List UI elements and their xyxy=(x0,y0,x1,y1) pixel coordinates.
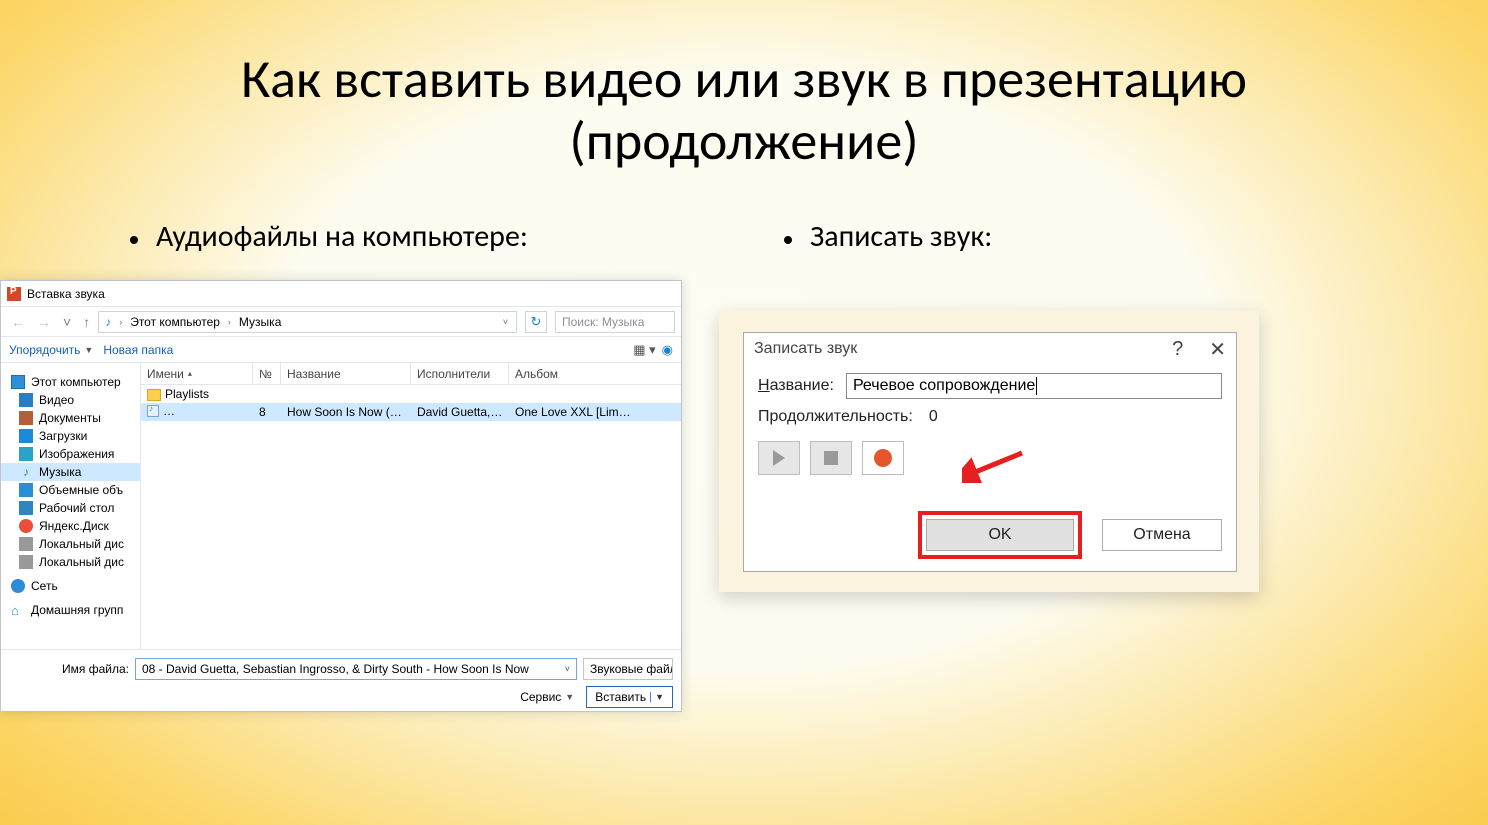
music-icon: ♪ xyxy=(105,315,111,329)
sidebar-item[interactable]: Документы xyxy=(1,409,140,427)
sidebar-item[interactable]: Локальный дис xyxy=(1,553,140,571)
breadcrumb-root[interactable]: Этот компьютер xyxy=(130,315,220,329)
sidebar-item[interactable]: Изображения xyxy=(1,445,140,463)
sidebar-item-label: Музыка xyxy=(39,465,81,479)
sidebar-item-label: Объемные объ xyxy=(39,483,123,497)
sidebar-item-label: Изображения xyxy=(39,447,114,461)
filename-label: Имя файла: xyxy=(29,662,129,676)
sidebar-item-label: Домашняя групп xyxy=(31,603,123,617)
search-input[interactable]: Поиск: Музыка xyxy=(555,311,675,333)
dialog-title: Вставка звука xyxy=(27,287,105,301)
nav-forward-icon[interactable]: → xyxy=(33,314,55,330)
music-icon: ♪ xyxy=(19,465,33,479)
tools-menu[interactable]: Сервис ▼ xyxy=(520,690,574,704)
breadcrumb-folder[interactable]: Музыка xyxy=(239,315,281,329)
dialog-title: Записать звук xyxy=(754,340,857,358)
refresh-button[interactable]: ↻ xyxy=(525,311,547,333)
slide-title: Как вставить видео или звук в презентаци… xyxy=(0,0,1488,172)
dl-icon xyxy=(19,429,33,443)
name-input[interactable]: Речевое сопровождение xyxy=(846,373,1222,399)
chevron-down-icon[interactable]: ˅ xyxy=(501,317,510,327)
img-icon xyxy=(19,447,33,461)
sidebar-item[interactable]: Видео xyxy=(1,391,140,409)
stop-button[interactable] xyxy=(810,441,852,475)
nav-up-icon[interactable]: ↑ xyxy=(79,314,94,330)
insert-button[interactable]: Вставить ▼ xyxy=(586,686,673,708)
home-icon: ⌂ xyxy=(11,603,25,617)
sidebar-item-label: Локальный дис xyxy=(39,555,124,569)
drive-icon xyxy=(19,555,33,569)
view-options-icon[interactable]: ▦ ▾ xyxy=(633,342,655,358)
ok-button[interactable]: OK xyxy=(926,519,1074,551)
nav-recent-icon[interactable]: ˅ xyxy=(59,314,75,330)
file-row[interactable]: 08 - David Guetta, S...8How Soon Is Now … xyxy=(141,403,681,421)
organize-button[interactable]: Упорядочить ▼ xyxy=(9,343,93,357)
duration-label: Продолжительность: xyxy=(758,408,913,426)
filename-input[interactable]: 08 - David Guetta, Sebastian Ingrosso, &… xyxy=(135,658,577,680)
3d-icon xyxy=(19,483,33,497)
filetype-filter[interactable]: Звуковые файлы xyxy=(583,658,673,680)
desk-icon xyxy=(19,501,33,515)
sidebar-item[interactable]: ♪ Музыка xyxy=(1,463,140,481)
address-bar[interactable]: ♪ › Этот компьютер › Музыка ˅ xyxy=(98,311,517,333)
insert-audio-dialog: Вставка звука ← → ˅ ↑ ♪ › Этот компьютер… xyxy=(0,280,682,712)
sidebar-item[interactable]: Яндекс.Диск xyxy=(1,517,140,535)
sidebar-item[interactable]: Локальный дис xyxy=(1,535,140,553)
net-icon xyxy=(11,579,25,593)
sidebar-item-label: Рабочий стол xyxy=(39,501,114,515)
sidebar-item[interactable]: Сеть xyxy=(1,577,140,595)
doc-icon xyxy=(19,411,33,425)
sidebar-item-label: Яндекс.Диск xyxy=(39,519,109,533)
pc-icon xyxy=(11,375,25,389)
sidebar-item[interactable]: Загрузки xyxy=(1,427,140,445)
help-icon[interactable]: ◉ xyxy=(662,342,673,358)
cancel-button[interactable]: Отмена xyxy=(1102,519,1222,551)
record-sound-panel: Записать звук ? ✕ Название: Речевое сопр… xyxy=(719,310,1259,592)
list-header[interactable]: Имени▴ № Название Исполнители Альбом xyxy=(141,363,681,385)
audio-file-icon xyxy=(147,405,159,417)
sidebar-item-label: Документы xyxy=(39,411,101,425)
duration-value: 0 xyxy=(929,408,938,426)
yd-icon xyxy=(19,519,33,533)
new-folder-button[interactable]: Новая папка xyxy=(103,343,173,357)
chevron-right-icon: › xyxy=(117,317,124,327)
sidebar-item-label: Сеть xyxy=(31,579,58,593)
powerpoint-icon xyxy=(7,287,21,301)
sidebar-item[interactable]: Рабочий стол xyxy=(1,499,140,517)
dialog-titlebar[interactable]: Вставка звука xyxy=(1,281,681,307)
sidebar-item[interactable]: Объемные объ xyxy=(1,481,140,499)
nav-back-icon[interactable]: ← xyxy=(7,314,29,330)
sidebar-item-label: Этот компьютер xyxy=(31,375,121,389)
help-icon[interactable]: ? xyxy=(1172,338,1183,361)
video-icon xyxy=(19,393,33,407)
folder-tree[interactable]: Этот компьютер Видео Документы Загрузки Изоб… xyxy=(1,363,141,649)
sidebar-item[interactable]: ⌂ Домашняя групп xyxy=(1,601,140,619)
sidebar-item-label: Видео xyxy=(39,393,74,407)
bullet-right: Записать звук: xyxy=(784,218,1488,255)
record-sound-dialog: Записать звук ? ✕ Название: Речевое сопр… xyxy=(743,332,1237,572)
folder-icon xyxy=(147,389,161,401)
play-icon xyxy=(773,450,785,466)
stop-icon xyxy=(824,451,838,465)
ok-highlight: OK xyxy=(918,511,1082,559)
bullet-left: Аудиофайлы на компьютере: xyxy=(130,218,744,255)
close-icon[interactable]: ✕ xyxy=(1209,337,1226,362)
drive-icon xyxy=(19,537,33,551)
record-icon xyxy=(874,449,892,467)
file-row[interactable]: Playlists xyxy=(141,385,681,403)
chevron-right-icon: › xyxy=(226,317,233,327)
play-button[interactable] xyxy=(758,441,800,475)
name-label: Название: xyxy=(758,377,834,395)
sidebar-item-label: Загрузки xyxy=(39,429,87,443)
sidebar-item-label: Локальный дис xyxy=(39,537,124,551)
record-button[interactable] xyxy=(862,441,904,475)
sidebar-item[interactable]: Этот компьютер xyxy=(1,373,140,391)
annotation-arrow xyxy=(962,449,1032,483)
